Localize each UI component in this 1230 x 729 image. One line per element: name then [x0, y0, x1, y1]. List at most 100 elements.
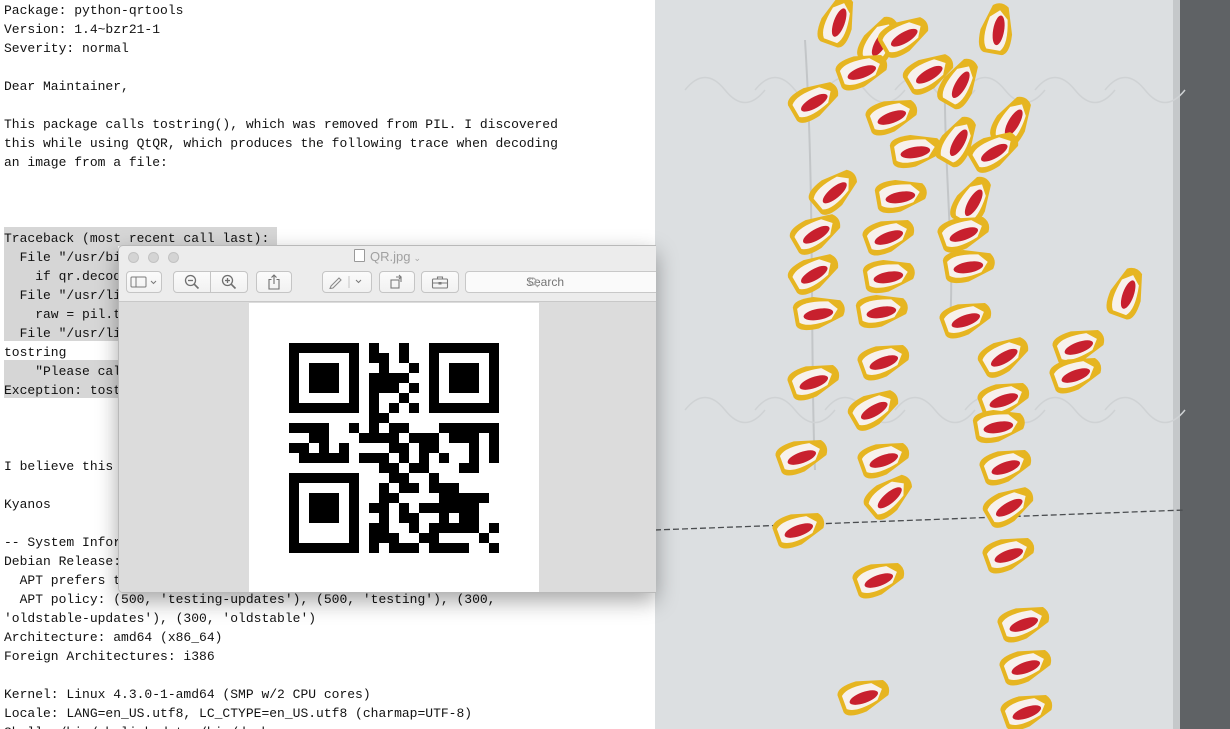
qr-module	[429, 483, 439, 493]
qr-module	[479, 493, 489, 503]
qr-module	[369, 503, 379, 513]
qr-module	[309, 543, 319, 553]
search-input[interactable]	[465, 271, 656, 293]
email-line: APT prefers t	[4, 573, 122, 588]
qr-module	[319, 433, 329, 443]
qr-module	[439, 453, 449, 463]
qr-module	[289, 383, 299, 393]
email-line: File "/usr/bi	[4, 250, 122, 265]
qr-module	[409, 433, 419, 443]
qr-module	[369, 453, 379, 463]
qr-module	[329, 453, 339, 463]
qr-module	[389, 463, 399, 473]
window-title[interactable]: QR.jpg ⌄	[119, 249, 656, 264]
email-line: I believe this	[4, 459, 114, 474]
email-line: Debian Release:	[4, 554, 122, 569]
qr-module	[369, 533, 379, 543]
qr-module	[299, 403, 309, 413]
qr-module	[289, 473, 299, 483]
qr-module	[449, 483, 459, 493]
qr-module	[449, 373, 459, 383]
qr-module	[309, 363, 319, 373]
qr-module	[469, 513, 479, 523]
qr-module	[489, 373, 499, 383]
qr-module	[449, 503, 459, 513]
qr-module	[299, 473, 309, 483]
qr-module	[469, 363, 479, 373]
qr-module	[409, 383, 419, 393]
qr-module	[319, 503, 329, 513]
qr-module	[349, 383, 359, 393]
qr-module	[379, 453, 389, 463]
email-line: 'oldstable-updates'), (300, 'oldstable')	[4, 611, 317, 626]
qr-module	[309, 383, 319, 393]
qr-module	[319, 513, 329, 523]
qr-module	[429, 363, 439, 373]
qr-module	[429, 383, 439, 393]
share-button[interactable]	[256, 271, 292, 293]
qr-module	[369, 543, 379, 553]
qr-module	[359, 453, 369, 463]
qr-module	[349, 543, 359, 553]
image-canvas[interactable]	[119, 301, 656, 592]
qr-module	[479, 423, 489, 433]
zoom-in-button[interactable]	[210, 271, 248, 293]
qr-module	[289, 443, 299, 453]
qr-module	[319, 443, 329, 453]
qr-module	[349, 403, 359, 413]
qr-module	[459, 423, 469, 433]
qr-module	[339, 443, 349, 453]
qr-module	[379, 493, 389, 503]
rotate-button[interactable]	[379, 271, 415, 293]
qr-module	[349, 353, 359, 363]
qr-module	[289, 363, 299, 373]
qr-module	[459, 433, 469, 443]
qr-module	[399, 393, 409, 403]
email-line: Version: 1.4~bzr21-1	[4, 22, 161, 37]
markup-button[interactable]	[322, 271, 372, 293]
toolbox-button[interactable]	[421, 271, 459, 293]
qr-module	[289, 513, 299, 523]
qr-module	[469, 493, 479, 503]
qr-module	[329, 513, 339, 523]
email-line: Architecture: amd64 (x86_64)	[4, 630, 223, 645]
qr-module	[489, 523, 499, 533]
qr-module	[459, 503, 469, 513]
qr-module	[349, 503, 359, 513]
qr-module	[489, 353, 499, 363]
zoom-out-icon	[184, 274, 200, 290]
email-line: Foreign Architectures: i386	[4, 649, 215, 664]
qr-module	[399, 423, 409, 433]
paper-towel	[655, 0, 1230, 729]
qr-module	[319, 363, 329, 373]
qr-module	[349, 473, 359, 483]
qr-module	[459, 513, 469, 523]
qr-module	[309, 433, 319, 443]
qr-module	[449, 523, 459, 533]
qr-module	[429, 343, 439, 353]
qr-module	[309, 373, 319, 383]
qr-module	[469, 403, 479, 413]
search-icon	[528, 277, 539, 288]
qr-module	[439, 503, 449, 513]
email-line: File "/usr/li	[4, 288, 122, 303]
title-bar[interactable]: QR.jpg ⌄	[119, 246, 656, 268]
qr-module	[379, 383, 389, 393]
email-line: this while using QtQR, which produces th…	[4, 136, 558, 151]
qr-module	[459, 343, 469, 353]
qr-module	[419, 503, 429, 513]
qr-module	[439, 343, 449, 353]
email-line: Exception: tost	[4, 383, 122, 398]
qr-module	[439, 523, 449, 533]
zoom-out-button[interactable]	[173, 271, 211, 293]
qr-module	[369, 393, 379, 403]
qr-module	[379, 533, 389, 543]
qr-module	[469, 503, 479, 513]
preview-window[interactable]: QR.jpg ⌄	[118, 245, 656, 593]
qr-module	[309, 513, 319, 523]
qr-module	[429, 353, 439, 363]
corn-kernels-photo	[655, 0, 1230, 729]
qr-module	[469, 383, 479, 393]
qr-module	[349, 523, 359, 533]
sidebar-toggle-button[interactable]	[126, 271, 162, 293]
